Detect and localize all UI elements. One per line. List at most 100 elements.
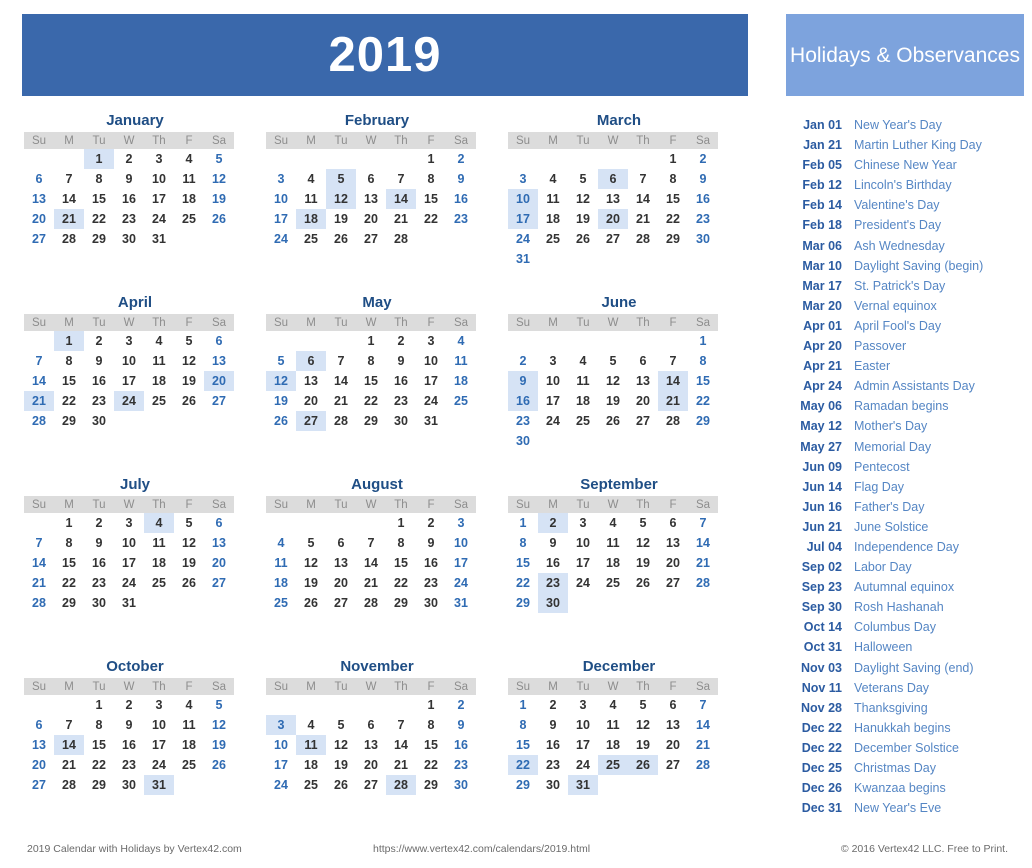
- day-cell[interactable]: 2: [446, 695, 476, 715]
- day-cell[interactable]: 3: [144, 695, 174, 715]
- day-cell[interactable]: 13: [598, 189, 628, 209]
- day-cell[interactable]: 5: [326, 169, 356, 189]
- day-cell[interactable]: 30: [688, 229, 718, 249]
- day-cell[interactable]: 18: [174, 189, 204, 209]
- day-cell[interactable]: 22: [416, 209, 446, 229]
- day-cell[interactable]: 1: [54, 331, 84, 351]
- day-cell[interactable]: 6: [356, 169, 386, 189]
- day-cell[interactable]: 30: [508, 431, 538, 451]
- day-cell[interactable]: 10: [114, 533, 144, 553]
- day-cell[interactable]: 3: [568, 513, 598, 533]
- day-cell[interactable]: 8: [356, 351, 386, 371]
- day-cell[interactable]: 25: [568, 411, 598, 431]
- day-cell[interactable]: 27: [204, 391, 234, 411]
- day-cell[interactable]: 16: [84, 371, 114, 391]
- day-cell[interactable]: 24: [266, 229, 296, 249]
- day-cell[interactable]: 20: [326, 573, 356, 593]
- day-cell[interactable]: 27: [204, 573, 234, 593]
- day-cell[interactable]: 11: [538, 189, 568, 209]
- day-cell[interactable]: 2: [386, 331, 416, 351]
- day-cell[interactable]: 28: [658, 411, 688, 431]
- day-cell[interactable]: 22: [416, 755, 446, 775]
- day-cell[interactable]: 4: [144, 513, 174, 533]
- day-cell[interactable]: 14: [386, 189, 416, 209]
- day-cell[interactable]: 17: [266, 755, 296, 775]
- day-cell[interactable]: 1: [84, 695, 114, 715]
- day-cell[interactable]: 31: [508, 249, 538, 269]
- day-cell[interactable]: 18: [144, 371, 174, 391]
- day-cell[interactable]: 6: [598, 169, 628, 189]
- day-cell[interactable]: 4: [296, 715, 326, 735]
- day-cell[interactable]: 15: [508, 553, 538, 573]
- day-cell[interactable]: 7: [24, 533, 54, 553]
- day-cell[interactable]: 4: [568, 351, 598, 371]
- day-cell[interactable]: 28: [386, 229, 416, 249]
- day-cell[interactable]: 19: [628, 553, 658, 573]
- day-cell[interactable]: 4: [598, 513, 628, 533]
- day-cell[interactable]: 18: [568, 391, 598, 411]
- day-cell[interactable]: 24: [416, 391, 446, 411]
- day-cell[interactable]: 30: [446, 775, 476, 795]
- day-cell[interactable]: 25: [446, 391, 476, 411]
- day-cell[interactable]: 23: [446, 209, 476, 229]
- day-cell[interactable]: 21: [386, 209, 416, 229]
- day-cell[interactable]: 27: [628, 411, 658, 431]
- day-cell[interactable]: 31: [446, 593, 476, 613]
- day-cell[interactable]: 15: [386, 553, 416, 573]
- day-cell[interactable]: 26: [326, 775, 356, 795]
- day-cell[interactable]: 16: [84, 553, 114, 573]
- day-cell[interactable]: 20: [356, 755, 386, 775]
- day-cell[interactable]: 26: [266, 411, 296, 431]
- day-cell[interactable]: 17: [144, 189, 174, 209]
- day-cell[interactable]: 26: [326, 229, 356, 249]
- day-cell[interactable]: 14: [386, 735, 416, 755]
- day-cell[interactable]: 20: [296, 391, 326, 411]
- day-cell[interactable]: 11: [144, 351, 174, 371]
- day-cell[interactable]: 11: [266, 553, 296, 573]
- day-cell[interactable]: 11: [174, 169, 204, 189]
- day-cell[interactable]: 17: [114, 553, 144, 573]
- day-cell[interactable]: 21: [386, 755, 416, 775]
- day-cell[interactable]: 21: [326, 391, 356, 411]
- day-cell[interactable]: 13: [24, 189, 54, 209]
- day-cell[interactable]: 24: [538, 411, 568, 431]
- day-cell[interactable]: 8: [54, 533, 84, 553]
- day-cell[interactable]: 19: [326, 209, 356, 229]
- day-cell[interactable]: 27: [326, 593, 356, 613]
- day-cell[interactable]: 16: [538, 735, 568, 755]
- day-cell[interactable]: 24: [114, 391, 144, 411]
- day-cell[interactable]: 10: [446, 533, 476, 553]
- day-cell[interactable]: 17: [538, 391, 568, 411]
- day-cell[interactable]: 27: [598, 229, 628, 249]
- day-cell[interactable]: 28: [688, 573, 718, 593]
- day-cell[interactable]: 15: [416, 189, 446, 209]
- day-cell[interactable]: 19: [174, 371, 204, 391]
- day-cell[interactable]: 5: [174, 331, 204, 351]
- day-cell[interactable]: 24: [508, 229, 538, 249]
- day-cell[interactable]: 11: [598, 533, 628, 553]
- day-cell[interactable]: 5: [296, 533, 326, 553]
- day-cell[interactable]: 10: [266, 189, 296, 209]
- day-cell[interactable]: 19: [204, 735, 234, 755]
- day-cell[interactable]: 6: [204, 513, 234, 533]
- day-cell[interactable]: 2: [84, 513, 114, 533]
- day-cell[interactable]: 15: [54, 553, 84, 573]
- day-cell[interactable]: 29: [54, 411, 84, 431]
- day-cell[interactable]: 22: [508, 755, 538, 775]
- day-cell[interactable]: 6: [628, 351, 658, 371]
- day-cell[interactable]: 3: [266, 169, 296, 189]
- day-cell[interactable]: 4: [446, 331, 476, 351]
- day-cell[interactable]: 29: [688, 411, 718, 431]
- day-cell[interactable]: 16: [538, 553, 568, 573]
- day-cell[interactable]: 7: [24, 351, 54, 371]
- day-cell[interactable]: 3: [568, 695, 598, 715]
- footer-url[interactable]: https://www.vertex42.com/calendars/2019.…: [373, 843, 590, 855]
- day-cell[interactable]: 30: [84, 593, 114, 613]
- day-cell[interactable]: 21: [54, 209, 84, 229]
- day-cell[interactable]: 8: [416, 715, 446, 735]
- day-cell[interactable]: 25: [296, 229, 326, 249]
- day-cell[interactable]: 7: [386, 169, 416, 189]
- day-cell[interactable]: 9: [114, 169, 144, 189]
- day-cell[interactable]: 4: [598, 695, 628, 715]
- day-cell[interactable]: 19: [174, 553, 204, 573]
